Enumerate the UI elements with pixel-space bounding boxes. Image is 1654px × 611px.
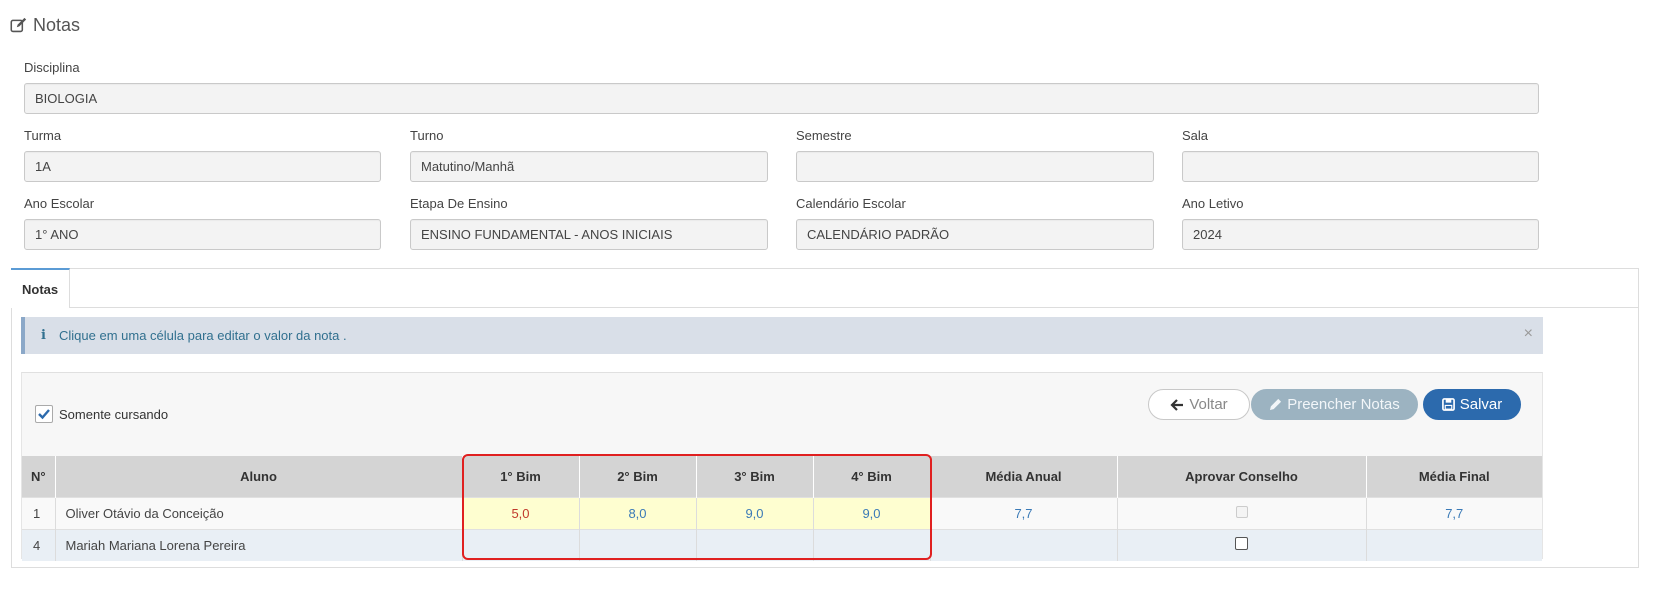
check-icon — [38, 409, 50, 420]
pencil-icon — [1270, 398, 1282, 411]
info-icon: i — [41, 328, 46, 343]
col-aprovar-conselho[interactable]: Aprovar Conselho — [1117, 456, 1367, 497]
disciplina-input[interactable]: BIOLOGIA — [24, 83, 1539, 114]
col-num[interactable]: N° — [22, 456, 56, 497]
turno-input[interactable]: Matutino/Manhã — [410, 151, 768, 182]
save-icon — [1441, 398, 1455, 411]
row-num: 4 — [22, 528, 56, 561]
ano-letivo-label: Ano Letivo — [1182, 196, 1244, 211]
semestre-label: Semestre — [796, 128, 852, 143]
grades-container: Somente cursando Voltar Preencher Notas … — [21, 372, 1543, 561]
grade-cell-bim4[interactable]: 9,0 — [813, 496, 931, 529]
aprovar-conselho-cell — [1117, 496, 1367, 529]
media-final-cell: 7,7 — [1366, 496, 1542, 529]
sala-field: Sala — [1182, 128, 1539, 182]
media-anual-cell — [930, 528, 1118, 561]
grades-table: N° Aluno 1° Bim 2° Bim 3° Bim 4° Bim Méd… — [22, 456, 1542, 561]
semestre-field: Semestre — [796, 128, 1154, 182]
info-alert: i Clique em uma célula para editar o val… — [21, 317, 1543, 354]
disciplina-field: Disciplina BIOLOGIA — [24, 60, 1539, 114]
ano-escolar-label: Ano Escolar — [24, 196, 95, 211]
salvar-button[interactable]: Salvar — [1423, 389, 1521, 420]
turma-label: Turma — [24, 128, 62, 143]
turma-input[interactable]: 1A — [24, 151, 381, 182]
aprovar-conselho-cell — [1117, 528, 1367, 561]
alert-text: Clique em uma célula para editar o valor… — [59, 328, 347, 343]
row-aluno: Mariah Mariana Lorena Pereira — [55, 528, 463, 561]
col-bim1[interactable]: 1° Bim — [462, 456, 580, 497]
edit-icon — [10, 17, 27, 32]
turno-label: Turno — [410, 128, 444, 143]
col-media-anual[interactable]: Média Anual — [930, 456, 1118, 497]
table-row: 1 Oliver Otávio da Conceição 5,0 8,0 9,0… — [22, 496, 1542, 529]
table-header-row: N° Aluno 1° Bim 2° Bim 3° Bim 4° Bim Méd… — [22, 456, 1542, 497]
salvar-label: Salvar — [1459, 396, 1503, 413]
disciplina-label: Disciplina — [24, 60, 80, 75]
preencher-notas-label: Preencher Notas — [1287, 396, 1400, 413]
calendario-escolar-input[interactable]: CALENDÁRIO PADRÃO — [796, 219, 1154, 250]
page-title-text: Notas — [33, 14, 81, 35]
voltar-button[interactable]: Voltar — [1148, 389, 1250, 420]
col-bim4[interactable]: 4° Bim — [813, 456, 931, 497]
voltar-label: Voltar — [1189, 396, 1228, 413]
row-aluno: Oliver Otávio da Conceição — [55, 496, 463, 529]
media-final-cell — [1366, 528, 1542, 561]
calendario-escolar-label: Calendário Escolar — [796, 196, 906, 211]
turno-field: Turno Matutino/Manhã — [410, 128, 768, 182]
preencher-notas-button[interactable]: Preencher Notas — [1251, 389, 1418, 420]
close-icon[interactable]: × — [1524, 325, 1533, 343]
grade-cell-bim3[interactable] — [696, 528, 814, 561]
somente-cursando-filter[interactable]: Somente cursando — [35, 405, 168, 423]
sala-label: Sala — [1182, 128, 1209, 143]
col-media-final[interactable]: Média Final — [1366, 456, 1542, 497]
row-num: 1 — [22, 496, 56, 529]
col-aluno[interactable]: Aluno — [55, 456, 463, 497]
turma-field: Turma 1A — [24, 128, 381, 182]
col-bim2[interactable]: 2° Bim — [579, 456, 697, 497]
media-anual-cell: 7,7 — [930, 496, 1118, 529]
tab-bar: Notas — [11, 268, 1638, 308]
page-title: Notas — [10, 12, 80, 38]
arrow-left-icon — [1170, 398, 1184, 411]
grade-cell-bim2[interactable]: 8,0 — [579, 496, 697, 529]
grade-cell-bim1[interactable]: 5,0 — [462, 496, 580, 529]
somente-cursando-checkbox[interactable] — [35, 405, 53, 423]
aprovar-conselho-checkbox[interactable] — [1235, 537, 1248, 551]
col-bim3[interactable]: 3° Bim — [696, 456, 814, 497]
sala-input[interactable] — [1182, 151, 1539, 182]
somente-cursando-label: Somente cursando — [59, 406, 169, 422]
grade-cell-bim3[interactable]: 9,0 — [696, 496, 814, 529]
etapa-ensino-field: Etapa De Ensino ENSINO FUNDAMENTAL - ANO… — [410, 196, 768, 250]
grade-cell-bim2[interactable] — [579, 528, 697, 561]
ano-letivo-input[interactable]: 2024 — [1182, 219, 1539, 250]
table-row: 4 Mariah Mariana Lorena Pereira — [22, 528, 1542, 561]
etapa-ensino-label: Etapa De Ensino — [410, 196, 508, 211]
semestre-input[interactable] — [796, 151, 1154, 182]
notas-panel: Notas i Clique em uma célula para editar… — [11, 268, 1639, 568]
ano-letivo-field: Ano Letivo 2024 — [1182, 196, 1539, 250]
aprovar-conselho-checkbox[interactable] — [1235, 505, 1248, 518]
ano-escolar-input[interactable]: 1° ANO — [24, 219, 381, 250]
grade-cell-bim4[interactable] — [813, 528, 931, 561]
etapa-ensino-input[interactable]: ENSINO FUNDAMENTAL - ANOS INICIAIS — [410, 219, 768, 250]
calendario-escolar-field: Calendário Escolar CALENDÁRIO PADRÃO — [796, 196, 1154, 250]
grade-cell-bim1[interactable] — [462, 528, 580, 561]
tab-notas[interactable]: Notas — [11, 268, 71, 308]
ano-escolar-field: Ano Escolar 1° ANO — [24, 196, 381, 250]
